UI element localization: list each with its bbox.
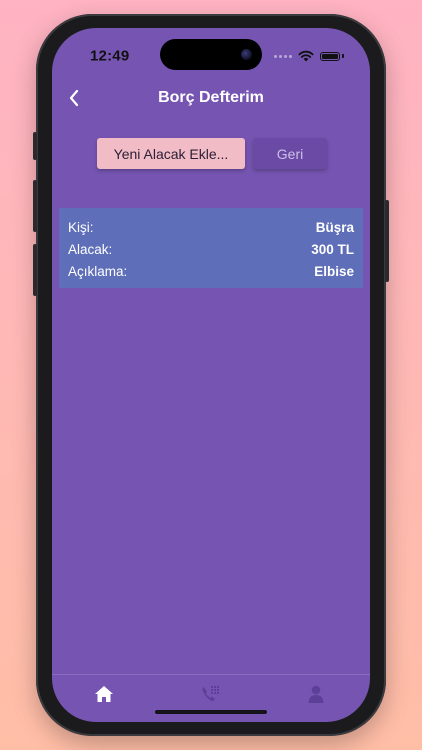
battery-cap [342,54,344,58]
record-row-description: Açıklama: Elbise [68,260,354,282]
status-icons [274,50,344,62]
description-value: Elbise [314,263,354,279]
description-label: Açıklama: [68,263,128,279]
add-receivable-button[interactable]: Yeni Alacak Ekle... [97,138,245,169]
amount-label: Alacak: [68,241,113,257]
status-bar: 12:49 [52,28,370,72]
phone-dialpad-icon [202,686,219,701]
navigation-bar: Borç Defterim [52,80,370,116]
battery-icon [320,51,340,61]
camera-icon [241,49,252,60]
page-title: Borç Defterim [158,89,264,106]
phone-frame: 12:49 Borç Defterim Yeni Alacak Ekle... … [33,14,389,736]
record-row-amount: Alacak: 300 TL [68,238,354,260]
tab-contacts[interactable] [190,683,230,705]
back-text-button[interactable]: Geri [253,138,327,169]
tab-profile[interactable] [296,683,336,705]
side-button-silent [33,132,37,160]
home-icon [95,686,113,702]
tab-bar [52,674,370,722]
wifi-icon [298,50,314,62]
person-value: Büşra [315,219,354,235]
home-indicator[interactable] [155,710,267,714]
signal-icon [274,54,292,58]
status-time: 12:49 [90,47,130,65]
action-buttons: Yeni Alacak Ekle... Geri [97,138,327,169]
record-card[interactable]: Kişi: Büşra Alacak: 300 TL Açıklama: Elb… [59,208,363,288]
app-screen: 12:49 Borç Defterim Yeni Alacak Ekle... … [52,28,370,722]
side-button-power [385,200,389,282]
person-icon [308,685,324,703]
side-button-volume-up [33,180,37,232]
tab-home[interactable] [84,683,124,705]
side-button-volume-down [33,244,37,296]
record-row-person: Kişi: Büşra [68,216,354,238]
dynamic-island [160,39,262,70]
amount-value: 300 TL [311,241,354,257]
person-label: Kişi: [68,219,94,235]
